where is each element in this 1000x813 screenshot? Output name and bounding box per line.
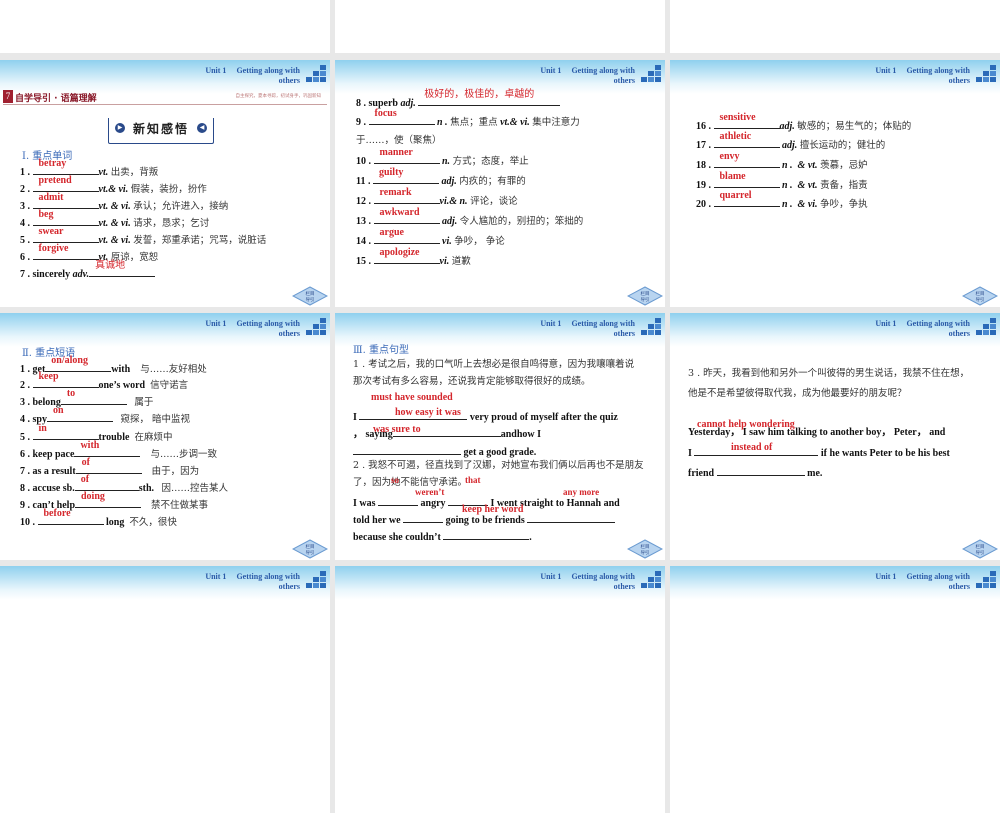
slide-thumbnail[interactable]: Unit 1 Getting along with others: [335, 566, 665, 813]
sentence-line: because she couldn’t .: [353, 529, 532, 545]
grid-squares-icon: [641, 318, 661, 335]
play-left-icon: ◀: [197, 123, 207, 133]
topic-label-2: others: [948, 76, 970, 85]
answer: how easy it was: [395, 407, 461, 418]
answer: weren’t: [415, 487, 445, 497]
unit-label: Unit 1: [540, 319, 562, 328]
topic-label: Getting along with: [236, 66, 300, 75]
slide-thumbnail[interactable]: [0, 0, 330, 53]
word-item: 14 . argue vi. 争吵， 争论: [356, 227, 505, 247]
phrase-item: 8 . accuse sb. of sth. 因……控告某人: [20, 474, 229, 494]
sentences-heading: Ⅲ. 重点句型: [353, 345, 410, 356]
slide-phrases[interactable]: Unit 1 Getting along with others Ⅱ. 重点短语 1…: [0, 313, 330, 560]
slide-words-3[interactable]: Unit 1 Getting along with others 16 . sens…: [670, 60, 1000, 307]
word-item: 9 . focus n . 焦点；重点 vt.& vi. 集中注意力: [356, 108, 580, 128]
unit-label: Unit 1: [205, 319, 227, 328]
svg-text:栏目: 栏目: [641, 290, 650, 297]
topic-label-2: others: [613, 329, 635, 338]
topic-label-2: others: [278, 329, 300, 338]
topic-label: Getting along with: [571, 66, 635, 75]
svg-text:栏目: 栏目: [641, 543, 650, 550]
answer: must have sounded: [371, 392, 453, 403]
slide-thumbnail[interactable]: Unit 1 Getting along with others: [670, 566, 1000, 813]
grid-squares-icon: [306, 571, 326, 588]
topic-label: Getting along with: [571, 319, 635, 328]
unit-label: Unit 1: [540, 66, 562, 75]
word-item: 7 . sincerely adv. 真诚地: [20, 260, 156, 282]
slide-sentences-1[interactable]: Unit 1 Getting along with others Ⅲ. 重点句型 1…: [335, 313, 665, 560]
answer: so: [391, 475, 400, 485]
section-number-icon: 7: [3, 90, 13, 103]
nav-guide-button[interactable]: 栏目导引: [292, 539, 328, 559]
slide-words-2[interactable]: Unit 1 Getting along with others 8 . super…: [335, 60, 665, 307]
answer: instead of: [731, 442, 773, 453]
unit-label: Unit 1: [875, 66, 897, 75]
grid-squares-icon: [976, 65, 996, 82]
phrase-item: 6 . keep pace with 与……步调一致: [20, 440, 217, 460]
slide-header: Unit 1 Getting along with others: [670, 313, 1000, 347]
svg-text:导引: 导引: [306, 296, 315, 303]
grid-squares-icon: [306, 65, 326, 82]
phrase-item: 7 . as a result of 由于，因为: [20, 457, 200, 477]
topic-label-2: others: [948, 329, 970, 338]
grid-squares-icon: [306, 318, 326, 335]
slide-thumbnail[interactable]: [670, 0, 1000, 53]
answer: cannot help wondering: [697, 419, 795, 430]
grid-squares-icon: [641, 65, 661, 82]
word-item: 6 . forgive vt. 原谅，宽恕: [20, 243, 159, 263]
slide-thumbnail[interactable]: Unit 1 Getting along with others: [0, 566, 330, 813]
topic-label: Getting along with: [906, 319, 970, 328]
grid-squares-icon: [641, 571, 661, 588]
sentence-line: I if he wants Peter to be his best: [688, 445, 950, 461]
slide-header: Unit 1 Getting along with others: [0, 313, 330, 347]
unit-label: Unit 1: [205, 66, 227, 75]
grid-squares-icon: [976, 318, 996, 335]
slide-header: Unit 1 Getting along with others: [670, 566, 1000, 600]
answer: any more: [563, 487, 600, 497]
answer: that: [465, 475, 481, 485]
nav-guide-button[interactable]: 栏目导引: [962, 539, 998, 559]
sentence-line: I very proud of myself after the quiz: [353, 409, 618, 425]
section-subtitle: 自主探究，夏本寻踪，初试身手，巩固新知: [235, 94, 322, 99]
answer: keep her word: [462, 504, 524, 515]
section-title: 自学导引 · 语篇理解: [15, 94, 97, 104]
svg-text:栏目: 栏目: [306, 290, 315, 297]
svg-text:导引: 导引: [976, 296, 985, 303]
svg-text:栏目: 栏目: [306, 543, 315, 550]
phrase-item: 2 . keep one’s word 信守诺言: [20, 371, 189, 391]
nav-guide-button[interactable]: 栏目导引: [627, 286, 663, 306]
sentence-1-chinese: 1 . 考试之后，我的口气听上去想必是很自鸣得意，因为我嚷嚷着说那次考试有多么容…: [353, 359, 635, 387]
word-item: 15 . apologize vi. 道歉: [356, 247, 471, 267]
topic-label-2: others: [278, 76, 300, 85]
slide-words-1[interactable]: Unit 1 Getting along with others 7 自学导引 · …: [0, 60, 330, 307]
svg-text:栏目: 栏目: [976, 290, 985, 297]
slide-thumbnail[interactable]: [335, 0, 665, 53]
svg-text:导引: 导引: [976, 549, 985, 556]
grid-squares-icon: [976, 571, 996, 588]
slide-header: Unit 1 Getting along with others: [0, 60, 330, 94]
svg-text:导引: 导引: [641, 296, 650, 303]
section-box: ▶ 新知感悟 ◀: [108, 118, 214, 144]
nav-guide-button[interactable]: 栏目导引: [962, 286, 998, 306]
slide-header: Unit 1 Getting along with others: [670, 60, 1000, 94]
slide-sentences-2[interactable]: Unit 1 Getting along with others 3 . 昨天，我看…: [670, 313, 1000, 560]
nav-guide-button[interactable]: 栏目导引: [627, 539, 663, 559]
slide-header: Unit 1 Getting along with others: [335, 566, 665, 600]
phrase-item: 3 . belong to 属于: [20, 388, 154, 408]
word-item: 20 . quarrel n . & vi. 争吵，争执: [696, 190, 868, 210]
topic-label: Getting along with: [906, 66, 970, 75]
topic-label: Getting along with: [236, 319, 300, 328]
unit-label: Unit 1: [875, 319, 897, 328]
answer: was sure to: [373, 424, 421, 435]
svg-text:栏目: 栏目: [976, 543, 985, 550]
slide-header: Unit 1 Getting along with others: [0, 566, 330, 600]
svg-text:导引: 导引: [641, 549, 650, 556]
svg-text:导引: 导引: [306, 549, 315, 556]
sentence-3-chinese: 3 . 昨天，我看到他和另外一个叫彼得的男生说话，我禁不住在想，他是不是希望彼得…: [688, 368, 970, 399]
sentence-line: friend me.: [688, 465, 822, 481]
section-title-bar: 7 自学导引 · 语篇理解 自主探究，夏本寻踪，初试身手，巩固新知: [3, 90, 327, 105]
nav-guide-button[interactable]: 栏目导引: [292, 286, 328, 306]
phrase-item: 10 . before long 不久，很快: [20, 508, 177, 528]
topic-label-2: others: [613, 76, 635, 85]
